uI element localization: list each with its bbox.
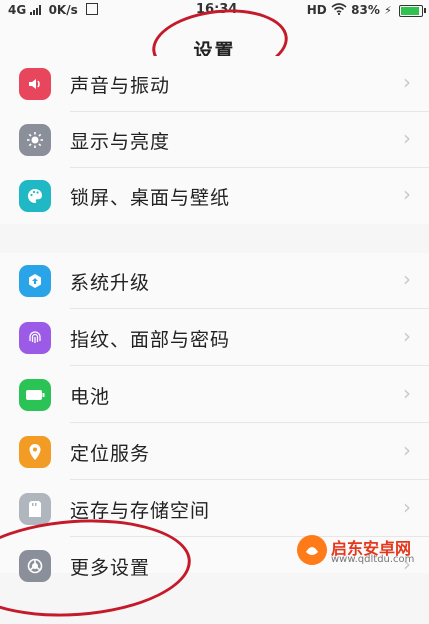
row-divider [70,308,429,309]
settings-item-label: 显示与亮度 [70,131,171,153]
battery-percent: 83% [351,3,380,17]
settings-item-sound[interactable]: 声音与振动 › [0,56,429,112]
chevron-right-icon: › [403,438,411,462]
network-type: 4G [8,3,27,17]
row-divider [70,479,429,480]
watermark: 启东安卓网 www.qdltdu.com [297,533,423,569]
settings-item-battery[interactable]: 电池 › [0,367,429,423]
hd-indicator: HD [306,3,327,17]
settings-item-label: 系统升级 [70,272,151,294]
settings-item-label: 声音与振动 [70,75,171,97]
settings-item-label: 指纹、面部与密码 [70,329,231,351]
chevron-right-icon: › [403,182,411,206]
row-divider [70,365,429,366]
system-update-icon [19,265,51,297]
storage-icon [19,493,51,525]
battery-status-icon [399,4,426,17]
watermark-url: www.qdltdu.com [331,554,415,565]
status-right: HD 83% ⚡ [306,3,426,17]
brightness-icon [19,124,51,156]
settings-item-lockscreen[interactable]: 锁屏、桌面与壁纸 › [0,168,429,224]
chevron-right-icon: › [403,267,411,291]
row-divider [70,422,429,423]
watermark-logo-icon [297,535,327,565]
wifi-icon [331,3,351,17]
chevron-right-icon: › [403,126,411,150]
fingerprint-icon [19,322,51,354]
settings-item-display[interactable]: 显示与亮度 › [0,112,429,168]
palette-icon [19,180,51,212]
status-left: 4G 0K/s [8,3,98,17]
sound-icon [19,68,51,100]
settings-item-label: 电池 [70,386,111,408]
settings-item-location[interactable]: 定位服务 › [0,424,429,480]
chevron-right-icon: › [403,70,411,94]
battery-icon [19,379,51,411]
notification-icon [85,3,98,15]
signal-icon [30,3,48,17]
location-icon [19,436,51,468]
network-speed: 0K/s [48,3,78,17]
charging-icon: ⚡ [384,4,392,17]
settings-item-fingerprint[interactable]: 指纹、面部与密码 › [0,310,429,366]
battery-fill [401,6,420,15]
settings-group-display: 声音与振动 › 显示与亮度 › 锁屏、桌面与壁纸 › [0,56,429,224]
chevron-right-icon: › [403,381,411,405]
chevron-right-icon: › [403,495,411,519]
settings-item-label: 锁屏、桌面与壁纸 [70,187,231,209]
settings-item-label: 定位服务 [70,443,151,465]
chevron-right-icon: › [403,324,411,348]
settings-item-system-update[interactable]: 系统升级 › [0,253,429,309]
